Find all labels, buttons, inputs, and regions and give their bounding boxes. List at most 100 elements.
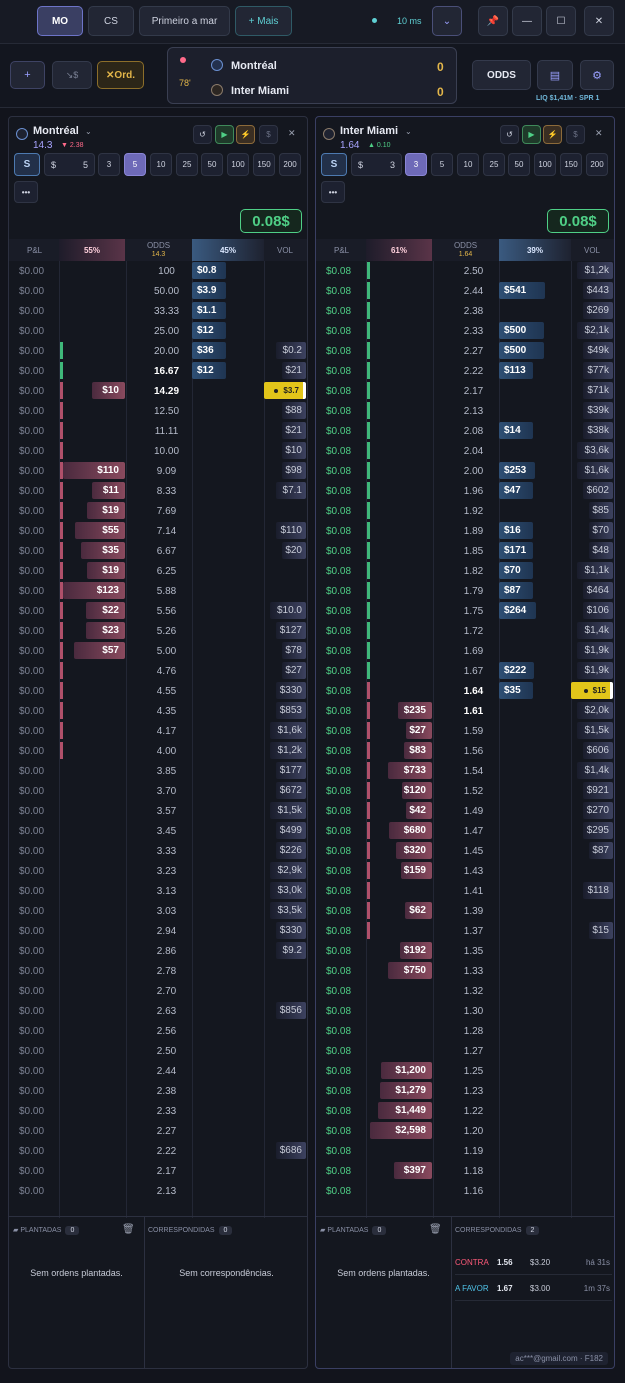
lay-cell[interactable]: $123 bbox=[63, 582, 125, 599]
back-cell-empty[interactable] bbox=[500, 621, 570, 641]
back-cell-empty[interactable] bbox=[500, 721, 570, 741]
back-cell[interactable]: $222 bbox=[499, 662, 535, 679]
quick-stake-25[interactable]: 25 bbox=[483, 153, 505, 176]
back-cell-empty[interactable] bbox=[193, 781, 263, 801]
quick-stake-3[interactable]: 3 bbox=[98, 153, 120, 176]
quick-stake-50[interactable]: 50 bbox=[201, 153, 223, 176]
lay-cell[interactable]: $11 bbox=[91, 482, 125, 499]
back-cell-empty[interactable] bbox=[193, 561, 263, 581]
back-cell-empty[interactable] bbox=[193, 421, 263, 441]
back-cell-empty[interactable] bbox=[193, 1101, 263, 1121]
back-cell-empty[interactable] bbox=[500, 301, 570, 321]
lay-cell-empty[interactable] bbox=[368, 441, 432, 461]
lay-cell-empty[interactable] bbox=[368, 541, 432, 561]
back-cell-empty[interactable] bbox=[500, 641, 570, 661]
lay-cell-empty[interactable] bbox=[61, 921, 125, 941]
team-name[interactable]: Inter Miami bbox=[340, 125, 398, 137]
quick-stake-100[interactable]: 100 bbox=[534, 153, 556, 176]
back-cell-empty[interactable] bbox=[500, 881, 570, 901]
back-cell-empty[interactable] bbox=[193, 881, 263, 901]
team-name[interactable]: Montréal bbox=[33, 125, 79, 137]
lay-cell-empty[interactable] bbox=[368, 461, 432, 481]
back-cell[interactable]: $12 bbox=[192, 362, 226, 379]
stake-input[interactable]: $3 bbox=[351, 153, 402, 176]
lay-cell-empty[interactable] bbox=[368, 361, 432, 381]
back-cell-empty[interactable] bbox=[193, 461, 263, 481]
lay-cell-empty[interactable] bbox=[61, 1161, 125, 1181]
close-button[interactable]: ✕ bbox=[584, 6, 614, 36]
back-cell-empty[interactable] bbox=[193, 701, 263, 721]
back-cell[interactable]: $87 bbox=[499, 582, 533, 599]
lay-cell[interactable]: $1,200 bbox=[381, 1062, 432, 1079]
lay-cell-empty[interactable] bbox=[368, 561, 432, 581]
back-cell-empty[interactable] bbox=[193, 521, 263, 541]
back-cell-empty[interactable] bbox=[193, 641, 263, 661]
lay-cell-empty[interactable] bbox=[61, 961, 125, 981]
tab-mo[interactable]: MO bbox=[37, 6, 83, 36]
lay-cell-empty[interactable] bbox=[61, 881, 125, 901]
back-cell[interactable]: $12 bbox=[192, 322, 226, 339]
maximize-button[interactable]: ☐ bbox=[546, 6, 576, 36]
trash-icon[interactable]: 🗑 bbox=[429, 1224, 442, 1235]
play-button[interactable]: ▶ bbox=[522, 125, 541, 144]
quick-stake-200[interactable]: 200 bbox=[279, 153, 301, 176]
back-cell-empty[interactable] bbox=[193, 481, 263, 501]
lay-cell-empty[interactable] bbox=[61, 421, 125, 441]
lay-cell[interactable]: $55 bbox=[74, 522, 125, 539]
lay-cell-empty[interactable] bbox=[368, 501, 432, 521]
lay-cell[interactable]: $10 bbox=[92, 382, 125, 399]
lay-cell-empty[interactable] bbox=[61, 321, 125, 341]
lay-cell-empty[interactable] bbox=[61, 941, 125, 961]
lay-cell-empty[interactable] bbox=[61, 741, 125, 761]
back-cell-empty[interactable] bbox=[500, 941, 570, 961]
back-cell-empty[interactable] bbox=[500, 261, 570, 281]
lay-cell-empty[interactable] bbox=[61, 721, 125, 741]
lay-cell[interactable]: $19 bbox=[87, 502, 125, 519]
back-cell-empty[interactable] bbox=[193, 621, 263, 641]
more-button[interactable]: + Mais bbox=[235, 6, 292, 36]
lay-cell-empty[interactable] bbox=[61, 261, 125, 281]
back-cell-empty[interactable] bbox=[500, 841, 570, 861]
back-cell-empty[interactable] bbox=[500, 921, 570, 941]
back-cell-empty[interactable] bbox=[193, 601, 263, 621]
trend-button[interactable]: ↘$ bbox=[52, 61, 92, 89]
matched-order-row[interactable]: A FAVOR 1.67 $3.00 1m 37s bbox=[455, 1281, 612, 1301]
back-cell-empty[interactable] bbox=[193, 1121, 263, 1141]
lay-cell-empty[interactable] bbox=[368, 621, 432, 641]
add-button[interactable]: + bbox=[10, 61, 45, 89]
back-cell-empty[interactable] bbox=[193, 1141, 263, 1161]
lay-cell-empty[interactable] bbox=[61, 441, 125, 461]
lay-cell-empty[interactable] bbox=[368, 981, 432, 1001]
cashout-button[interactable]: $ bbox=[566, 125, 585, 144]
back-cell[interactable]: $14 bbox=[499, 422, 533, 439]
lay-cell-empty[interactable] bbox=[368, 681, 432, 701]
lay-cell-empty[interactable] bbox=[368, 281, 432, 301]
lay-cell-empty[interactable] bbox=[368, 921, 432, 941]
flash-button[interactable]: ⚡ bbox=[236, 125, 255, 144]
back-cell-empty[interactable] bbox=[193, 741, 263, 761]
back-cell[interactable]: $264 bbox=[499, 602, 536, 619]
back-cell[interactable]: $171 bbox=[499, 542, 533, 559]
back-cell-empty[interactable] bbox=[500, 1001, 570, 1021]
lay-cell-empty[interactable] bbox=[61, 1141, 125, 1161]
back-cell-empty[interactable] bbox=[193, 921, 263, 941]
back-cell-empty[interactable] bbox=[193, 501, 263, 521]
lay-cell-empty[interactable] bbox=[61, 821, 125, 841]
back-cell-empty[interactable] bbox=[500, 381, 570, 401]
back-cell-empty[interactable] bbox=[193, 661, 263, 681]
back-cell-empty[interactable] bbox=[193, 1161, 263, 1181]
lay-cell[interactable]: $2,598 bbox=[370, 1122, 432, 1139]
lay-cell-empty[interactable] bbox=[61, 1061, 125, 1081]
tab-cs[interactable]: CS bbox=[88, 6, 134, 36]
back-cell-empty[interactable] bbox=[193, 541, 263, 561]
lay-cell-empty[interactable] bbox=[368, 581, 432, 601]
lay-cell[interactable]: $19 bbox=[87, 562, 125, 579]
side-toggle-button[interactable]: S bbox=[14, 153, 40, 176]
chevron-down-icon[interactable]: ⌄ bbox=[405, 127, 412, 136]
lay-cell[interactable]: $27 bbox=[406, 722, 432, 739]
collapse-button[interactable]: ⌄ bbox=[432, 6, 462, 36]
lay-cell[interactable]: $83 bbox=[403, 742, 432, 759]
orders-button[interactable]: ✕Ord. bbox=[97, 61, 144, 89]
quick-stake-3[interactable]: 3 bbox=[405, 153, 427, 176]
lay-cell-empty[interactable] bbox=[368, 301, 432, 321]
